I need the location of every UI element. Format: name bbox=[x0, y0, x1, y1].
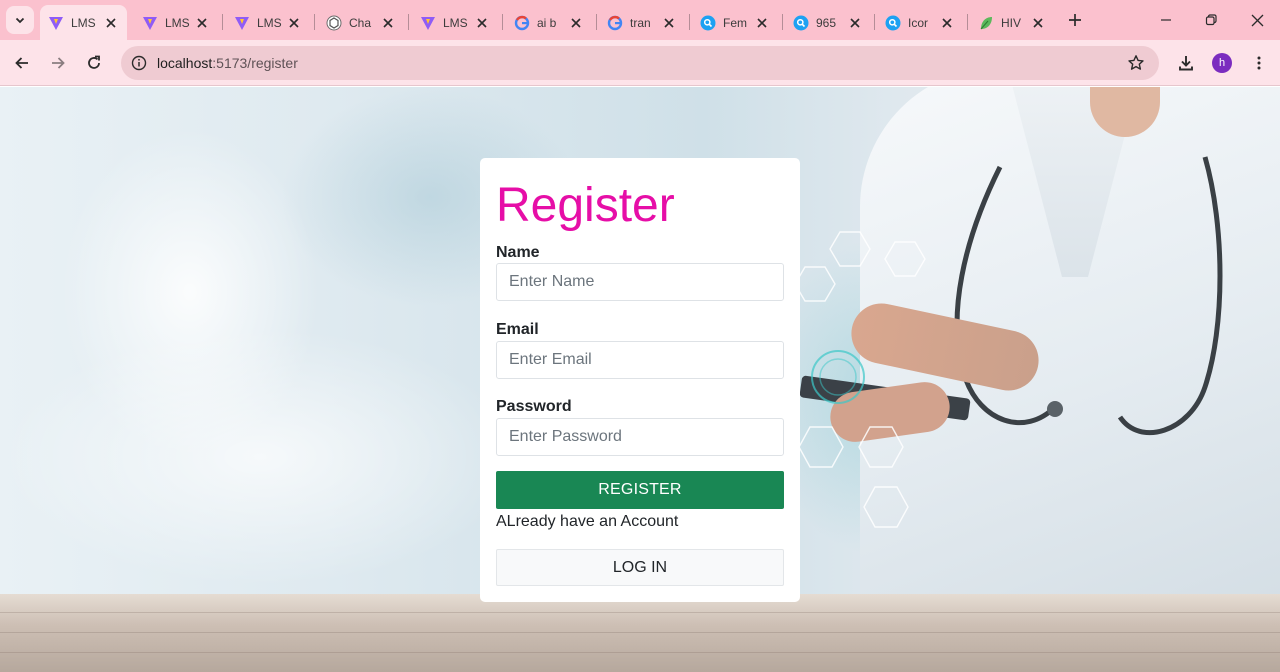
vite-icon bbox=[420, 15, 436, 31]
vite-icon bbox=[142, 15, 158, 31]
tab-separator bbox=[782, 14, 783, 30]
chevron-down-icon bbox=[15, 17, 25, 24]
tab-search-result[interactable]: Icor bbox=[877, 5, 963, 40]
name-label: Name bbox=[496, 244, 540, 261]
tab-title: LMS bbox=[71, 15, 96, 30]
tab-title: tran bbox=[630, 15, 651, 30]
close-icon[interactable] bbox=[103, 15, 119, 31]
leaf-icon bbox=[978, 15, 994, 31]
bookmark-star-icon[interactable] bbox=[1125, 52, 1147, 74]
close-icon[interactable] bbox=[380, 15, 396, 31]
browser-toolbar: localhost:5173/register h bbox=[0, 40, 1280, 86]
table-grain bbox=[0, 652, 1280, 653]
tab-title: HIV bbox=[1001, 15, 1022, 30]
reload-button[interactable] bbox=[80, 49, 108, 77]
tab-title: LMS bbox=[257, 15, 282, 30]
close-icon[interactable] bbox=[286, 15, 302, 31]
table-surface bbox=[0, 594, 1280, 672]
url-path: :5173/register bbox=[212, 55, 298, 71]
register-button[interactable]: REGISTER bbox=[496, 471, 784, 509]
arrow-right-icon bbox=[52, 57, 65, 69]
already-account-text: ALready have an Account bbox=[496, 513, 679, 530]
tab-lms[interactable]: LMS bbox=[226, 5, 310, 40]
back-button[interactable] bbox=[8, 49, 36, 77]
url-host: localhost bbox=[157, 55, 213, 71]
close-icon[interactable] bbox=[474, 15, 490, 31]
close-icon[interactable] bbox=[661, 15, 677, 31]
tab-title: LMS bbox=[165, 15, 190, 30]
tab-hiv[interactable]: HIV bbox=[970, 5, 1054, 40]
tab-strip: LMS LMS LMS Cha LMS ai b tran Fem 965 Ic… bbox=[0, 0, 1280, 40]
name-input[interactable] bbox=[496, 263, 784, 301]
email-input[interactable] bbox=[496, 341, 784, 379]
tab-lms[interactable]: LMS bbox=[412, 5, 498, 40]
password-input[interactable] bbox=[496, 418, 784, 456]
search-bubble-icon bbox=[700, 15, 716, 31]
tab-search-result[interactable]: 965 bbox=[785, 5, 871, 40]
table-grain bbox=[0, 632, 1280, 633]
tab-separator bbox=[502, 14, 503, 30]
search-bubble-icon bbox=[793, 15, 809, 31]
chatgpt-icon bbox=[326, 15, 342, 31]
tab-separator bbox=[222, 14, 223, 30]
restore-button[interactable] bbox=[1196, 6, 1226, 34]
site-info-icon[interactable] bbox=[127, 51, 151, 75]
tab-separator bbox=[596, 14, 597, 30]
tab-separator bbox=[874, 14, 875, 30]
tab-search-button[interactable] bbox=[6, 6, 34, 34]
download-icon[interactable] bbox=[1174, 51, 1198, 75]
more-menu-icon[interactable] bbox=[1247, 51, 1271, 75]
new-tab-button[interactable] bbox=[1064, 9, 1086, 31]
tab-title: Cha bbox=[349, 15, 372, 30]
tab-separator bbox=[408, 14, 409, 30]
tab-separator bbox=[314, 14, 315, 30]
url-text: localhost:5173/register bbox=[157, 55, 298, 71]
search-bubble-icon bbox=[885, 15, 901, 31]
tab-title: LMS bbox=[443, 15, 468, 30]
tab-title: Icor bbox=[908, 15, 929, 30]
minimize-button[interactable] bbox=[1151, 6, 1181, 34]
close-icon[interactable] bbox=[847, 15, 863, 31]
tab-lms[interactable]: LMS bbox=[40, 5, 127, 40]
register-title: Register bbox=[496, 179, 675, 232]
reload-icon bbox=[88, 55, 100, 69]
close-icon[interactable] bbox=[939, 15, 955, 31]
plus-icon bbox=[1069, 14, 1081, 26]
profile-avatar[interactable]: h bbox=[1212, 53, 1232, 73]
login-button[interactable]: LOG IN bbox=[496, 549, 784, 586]
arrow-left-icon bbox=[15, 57, 28, 69]
tab-separator bbox=[967, 14, 968, 30]
google-icon bbox=[514, 15, 530, 31]
close-icon[interactable] bbox=[754, 15, 770, 31]
tab-google[interactable]: tran bbox=[599, 5, 685, 40]
tab-lms[interactable]: LMS bbox=[134, 5, 218, 40]
close-icon[interactable] bbox=[1030, 15, 1046, 31]
minimize-icon bbox=[1161, 19, 1171, 21]
google-icon bbox=[607, 15, 623, 31]
password-label: Password bbox=[496, 398, 572, 415]
forward-button[interactable] bbox=[44, 49, 72, 77]
tab-title: ai b bbox=[537, 15, 557, 30]
vite-icon bbox=[48, 15, 64, 31]
address-bar[interactable]: localhost:5173/register bbox=[121, 46, 1159, 80]
tab-title: Fem bbox=[723, 15, 747, 30]
tab-title: 965 bbox=[816, 15, 837, 30]
tab-chatgpt[interactable]: Cha bbox=[318, 5, 404, 40]
close-icon bbox=[1251, 14, 1263, 26]
vite-icon bbox=[234, 15, 250, 31]
background-blur bbox=[0, 327, 520, 587]
restore-icon bbox=[1205, 14, 1217, 26]
close-icon[interactable] bbox=[194, 15, 210, 31]
medical-hexagon-icons bbox=[794, 231, 926, 528]
close-window-button[interactable] bbox=[1242, 6, 1272, 34]
register-card: Register Name Email Password REGISTER AL… bbox=[480, 158, 800, 602]
tab-separator bbox=[689, 14, 690, 30]
tab-google[interactable]: ai b bbox=[506, 5, 592, 40]
table-grain bbox=[0, 612, 1280, 613]
page-viewport: Register Name Email Password REGISTER AL… bbox=[0, 87, 1280, 672]
tab-search-result[interactable]: Fem bbox=[692, 5, 778, 40]
close-icon[interactable] bbox=[568, 15, 584, 31]
email-label: Email bbox=[496, 321, 539, 338]
